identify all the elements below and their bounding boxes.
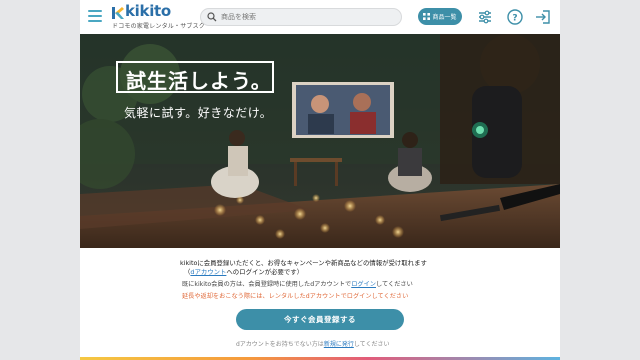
left-margin	[0, 0, 80, 360]
no-account-prefix: dアカウントをお持ちでない方は	[236, 341, 324, 348]
no-account-note: dアカウントをお持ちでない方は新規に発行してください	[236, 339, 389, 348]
page: kikito ドコモの家電レンタル・サブスク 商品一覧	[80, 0, 560, 360]
register-button[interactable]: 今すぐ会員登録する	[236, 309, 404, 330]
hero-headline: 試生活しよう。	[126, 69, 272, 93]
issue-account-link[interactable]: 新規に発行	[324, 341, 354, 348]
signup-message-line2: （dアカウントへのログインが必要です）	[180, 268, 470, 277]
signup-message-suffix: へのログインが必要です）	[226, 268, 304, 276]
svg-text:?: ?	[512, 14, 517, 24]
extension-warning: 延長や返却をおこなう際には、レンタルしたdアカウントでログインしてください	[182, 293, 409, 300]
catalog-button[interactable]: 商品一覧	[418, 8, 462, 25]
hero-subline: 気軽に試す。好きなだけ。	[124, 106, 273, 120]
logo-tagline: ドコモの家電レンタル・サブスク	[112, 23, 206, 30]
grid-icon	[423, 13, 431, 20]
logo-mark-icon	[112, 7, 124, 19]
no-account-suffix: してください	[353, 341, 390, 348]
hamburger-icon[interactable]	[88, 10, 102, 22]
existing-member-note: 既にkikito会員の方は、会員登録時に使用したdアカウントでログインしてくださ…	[182, 279, 413, 288]
catalog-button-label: 商品一覧	[432, 14, 457, 21]
signup-section: kikitoに会員登録いただくと、お得なキャンペーンや新商品などの情報が受け取れ…	[80, 248, 560, 360]
signup-message: kikitoに会員登録いただくと、お得なキャンペーンや新商品などの情報が受け取れ…	[180, 259, 470, 277]
filter-icon[interactable]	[476, 8, 494, 26]
login-link[interactable]: ログイン	[351, 281, 376, 288]
site-header: kikito ドコモの家電レンタル・サブスク 商品一覧	[80, 0, 560, 34]
help-icon[interactable]: ?	[506, 8, 524, 26]
existing-member-suffix: してください	[376, 281, 413, 288]
d-account-link[interactable]: dアカウント	[190, 268, 226, 276]
logo-text: kikito	[125, 2, 171, 20]
search-icon	[207, 12, 217, 22]
right-margin	[560, 0, 640, 360]
login-icon[interactable]	[534, 8, 552, 26]
signup-message-line1: kikitoに会員登録いただくと、お得なキャンペーンや新商品などの情報が受け取れ…	[180, 259, 427, 267]
hero-banner[interactable]: 試生活しよう。 気軽に試す。好きなだけ。	[80, 34, 560, 248]
existing-member-prefix: 既にkikito会員の方は、会員登録時に使用したdアカウントで	[182, 281, 352, 288]
search-bar	[200, 8, 402, 26]
search-input[interactable]	[221, 10, 391, 24]
